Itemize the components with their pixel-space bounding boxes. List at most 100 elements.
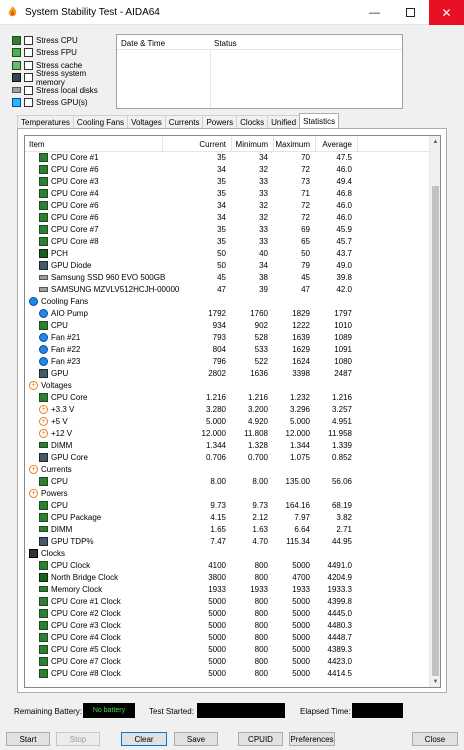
cell-average: 42.0	[336, 285, 352, 294]
cell-average: 1091	[334, 345, 352, 354]
stress-fpu-option[interactable]: Stress FPU	[12, 47, 117, 60]
statistics-table[interactable]: Item Current Minimum Maximum Average CPU…	[24, 135, 441, 688]
header-current[interactable]: Current	[199, 140, 226, 149]
tab-clocks[interactable]: Clocks	[236, 115, 269, 128]
cell-average: 4445.0	[327, 609, 352, 618]
table-row[interactable]: CPU Core #6 34 32 72 46.0	[25, 200, 430, 212]
table-row[interactable]: CPU Core #8 35 33 65 45.7	[25, 236, 430, 248]
clear-button[interactable]: Clear	[121, 732, 167, 746]
table-group-row[interactable]: Clocks	[25, 548, 430, 560]
cell-minimum: 800	[254, 621, 268, 630]
tab-powers[interactable]: Powers	[202, 115, 238, 128]
tab-voltages[interactable]: Voltages	[127, 115, 166, 128]
stress-gpu-option[interactable]: Stress GPU(s)	[12, 97, 117, 110]
table-row[interactable]: Samsung SSD 960 EVO 500GB 45 38 45 39.8	[25, 272, 430, 284]
tab-unified[interactable]: Unified	[267, 115, 301, 128]
stress-fpu-checkbox[interactable]	[24, 48, 33, 58]
table-row[interactable]: CPU 934 902 1222 1010	[25, 320, 430, 332]
table-row[interactable]: CPU Package 4.15 2.12 7.97 3.82	[25, 512, 430, 524]
table-row[interactable]: PCH 50 40 50 43.7	[25, 248, 430, 260]
preferences-button[interactable]: Preferences	[289, 732, 335, 746]
stress-cpu-checkbox[interactable]	[24, 35, 33, 45]
table-row[interactable]: CPU Core #1 Clock 5000 800 5000 4399.8	[25, 596, 430, 608]
table-group-row[interactable]: + Currents	[25, 464, 430, 476]
stress-cache-checkbox[interactable]	[24, 60, 33, 70]
log-column-date[interactable]: Date & Time	[121, 39, 165, 48]
table-row[interactable]: Fan #23 796 522 1624 1080	[25, 356, 430, 368]
table-row[interactable]: CPU Core #5 Clock 5000 800 5000 4389.3	[25, 644, 430, 656]
table-row[interactable]: North Bridge Clock 3800 800 4700 4204.9	[25, 572, 430, 584]
table-row[interactable]: AIO Pump 1792 1760 1829 1797	[25, 308, 430, 320]
table-row[interactable]: CPU Core #1 35 34 70 47.5	[25, 152, 430, 164]
log-column-status[interactable]: Status	[214, 39, 237, 48]
table-row[interactable]: DIMM 1.65 1.63 6.64 2.71	[25, 524, 430, 536]
table-row[interactable]: SAMSUNG MZVLV512HCJH-00000 47 39 47 42.0	[25, 284, 430, 296]
tab-strip: Temperatures Cooling Fans Voltages Curre…	[17, 113, 340, 128]
table-row[interactable]: CPU Core #7 35 33 69 45.9	[25, 224, 430, 236]
scrollbar-thumb[interactable]	[432, 186, 439, 676]
table-row[interactable]: CPU Core #4 Clock 5000 800 5000 4448.7	[25, 632, 430, 644]
cell-minimum: 800	[254, 561, 268, 570]
table-row[interactable]: DIMM 1.344 1.328 1.344 1.339	[25, 440, 430, 452]
save-button[interactable]: Save	[174, 732, 218, 746]
table-row[interactable]: CPU Core #7 Clock 5000 800 5000 4423.0	[25, 656, 430, 668]
table-row[interactable]: Fan #21 793 528 1639 1089	[25, 332, 430, 344]
tab-statistics[interactable]: Statistics	[299, 113, 340, 128]
table-group-row[interactable]: Cooling Fans	[25, 296, 430, 308]
table-row[interactable]: CPU Core #6 34 32 72 46.0	[25, 212, 430, 224]
table-row[interactable]: CPU Core #4 35 33 71 46.8	[25, 188, 430, 200]
table-row[interactable]: GPU Diode 50 34 79 49.0	[25, 260, 430, 272]
stress-memory-option[interactable]: Stress system memory	[12, 69, 117, 87]
table-row[interactable]: CPU Core 1.216 1.216 1.232 1.216	[25, 392, 430, 404]
maximize-button[interactable]	[393, 0, 428, 25]
row-item-name: CPU Core #6	[51, 213, 99, 222]
start-button[interactable]: Start	[6, 732, 50, 746]
row-item-name: CPU	[51, 477, 68, 486]
table-row[interactable]: CPU 8.00 8.00 135.00 56.06	[25, 476, 430, 488]
tab-currents[interactable]: Currents	[164, 115, 204, 128]
table-group-row[interactable]: + Voltages	[25, 380, 430, 392]
header-item[interactable]: Item	[29, 140, 45, 149]
cell-minimum: 11.808	[244, 429, 268, 438]
table-row[interactable]: + +3.3 V 3.280 3.200 3.296 3.257	[25, 404, 430, 416]
table-row[interactable]: CPU 9.73 9.73 164.16 68.19	[25, 500, 430, 512]
close-window-button[interactable]: ✕	[429, 0, 464, 25]
cell-current: 34	[217, 201, 226, 210]
header-maximum[interactable]: Maximum	[275, 140, 310, 149]
header-minimum[interactable]: Minimum	[236, 140, 268, 149]
stress-disks-checkbox[interactable]	[24, 85, 33, 95]
close-button[interactable]: Close	[412, 732, 458, 746]
cell-maximum: 12.000	[285, 429, 310, 438]
cache-chip-icon	[12, 60, 21, 70]
minimize-button[interactable]: —	[357, 0, 392, 25]
table-row[interactable]: CPU Core #8 Clock 5000 800 5000 4414.5	[25, 668, 430, 680]
cpuid-button[interactable]: CPUID	[238, 732, 283, 746]
table-row[interactable]: CPU Core #6 34 32 72 46.0	[25, 164, 430, 176]
stop-button[interactable]: Stop	[56, 732, 100, 746]
table-row[interactable]: + +12 V 12.000 11.808 12.000 11.958	[25, 428, 430, 440]
tab-temperatures[interactable]: Temperatures	[17, 115, 74, 128]
table-row[interactable]: GPU Core 0.706 0.700 1.075 0.852	[25, 452, 430, 464]
table-row[interactable]: Fan #22 804 533 1629 1091	[25, 344, 430, 356]
stress-gpu-checkbox[interactable]	[24, 98, 33, 108]
scroll-down-arrow-icon[interactable]: ▼	[430, 676, 440, 687]
table-row[interactable]: CPU Core #3 35 33 73 49.4	[25, 176, 430, 188]
stress-cpu-option[interactable]: Stress CPU	[12, 34, 117, 47]
table-row[interactable]: CPU Core #2 Clock 5000 800 5000 4445.0	[25, 608, 430, 620]
table-row[interactable]: GPU TDP% 7.47 4.70 115.34 44.95	[25, 536, 430, 548]
vertical-scrollbar[interactable]: ▲ ▼	[429, 136, 440, 687]
table-row[interactable]: CPU Clock 4100 800 5000 4491.0	[25, 560, 430, 572]
header-average[interactable]: Average	[322, 140, 352, 149]
cpu-chip-icon	[39, 201, 48, 210]
stress-memory-checkbox[interactable]	[23, 73, 33, 83]
tab-cooling-fans[interactable]: Cooling Fans	[72, 115, 129, 128]
table-row[interactable]: + +5 V 5.000 4.920 5.000 4.951	[25, 416, 430, 428]
table-row[interactable]: CPU Core #3 Clock 5000 800 5000 4480.3	[25, 620, 430, 632]
scroll-up-arrow-icon[interactable]: ▲	[430, 136, 440, 147]
table-row[interactable]: Memory Clock 1933 1933 1933 1933.3	[25, 584, 430, 596]
cell-minimum: 32	[259, 165, 268, 174]
cell-average: 45.9	[336, 225, 352, 234]
table-row[interactable]: GPU 2802 1636 3398 2487	[25, 368, 430, 380]
status-log[interactable]: Date & Time Status	[116, 34, 403, 109]
table-group-row[interactable]: + Powers	[25, 488, 430, 500]
